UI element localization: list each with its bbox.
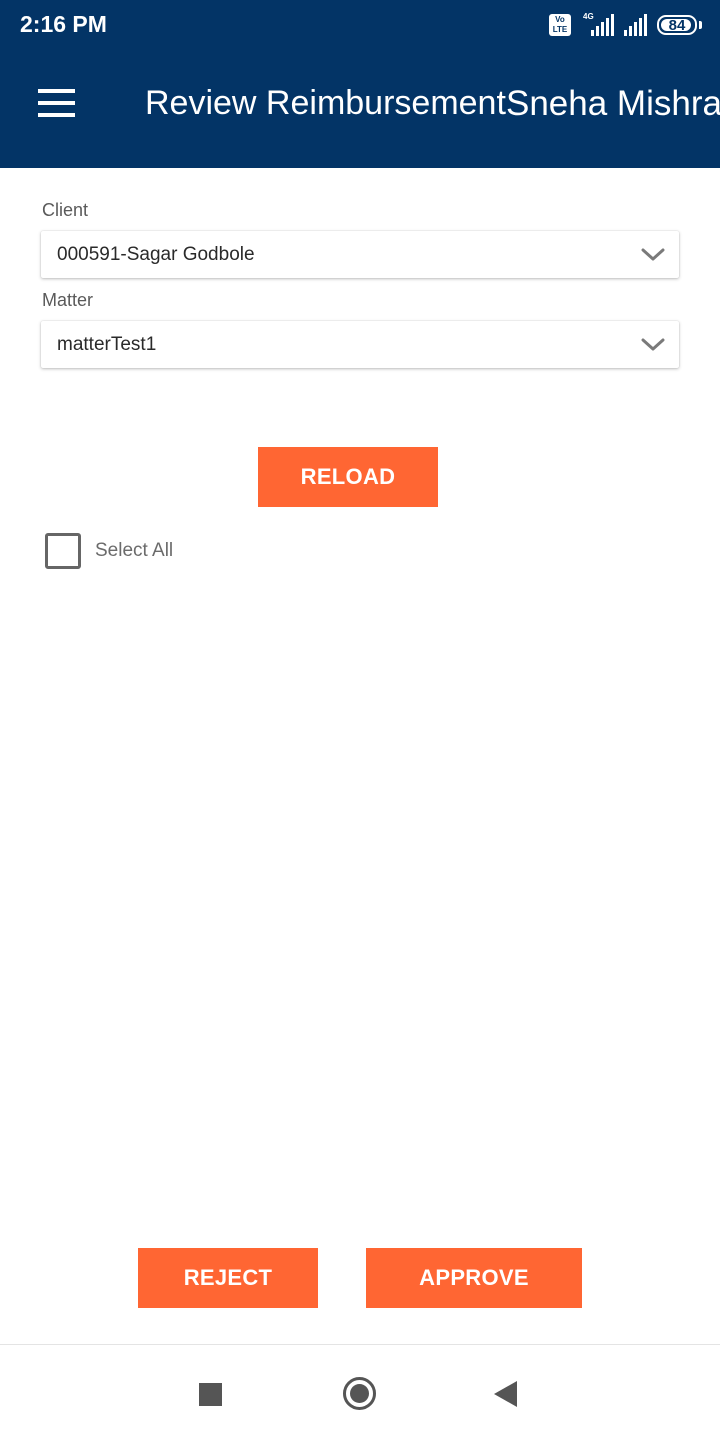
select-all-label: Select All [95,540,174,561]
status-time: 2:16 PM [20,11,107,37]
hamburger-menu-icon[interactable] [38,89,75,117]
status-icons: Vo LTE 4G 84 [549,10,702,40]
home-circle-icon[interactable] [343,1377,376,1410]
volte-icon-line1: Vo [555,15,565,24]
battery-tip [699,21,702,29]
back-triangle-icon[interactable] [494,1381,517,1407]
volte-icon: Vo LTE [549,14,571,36]
matter-dropdown[interactable]: matterTest1 [41,321,679,368]
client-dropdown[interactable]: 000591-Sagar Godbole [41,231,679,278]
network-type-label: 4G [583,12,594,21]
page-title: Review Reimbursement [145,84,506,122]
client-label: Client [42,200,89,220]
recents-square-icon[interactable] [199,1383,222,1406]
matter-label: Matter [42,290,94,310]
reload-button[interactable]: RELOAD [258,447,438,507]
system-nav-bar [0,1344,720,1440]
approve-button[interactable]: APPROVE [366,1248,582,1308]
signal-icon: 4G [581,12,614,36]
select-all-checkbox[interactable] [45,533,81,569]
matter-value: matterTest1 [57,334,157,355]
signal-icon [624,14,647,36]
user-name: Sneha Mishra [506,84,720,123]
battery-icon: 84 [657,15,697,35]
reject-button[interactable]: REJECT [138,1248,318,1308]
volte-icon-line2: LTE [552,25,568,34]
client-value: 000591-Sagar Godbole [57,244,255,265]
chevron-down-icon [641,248,665,261]
app-bar: 2:16 PM Vo LTE 4G 84 Review Reimbursemen… [0,0,720,168]
battery-level: 84 [668,16,686,34]
chevron-down-icon [641,338,665,351]
